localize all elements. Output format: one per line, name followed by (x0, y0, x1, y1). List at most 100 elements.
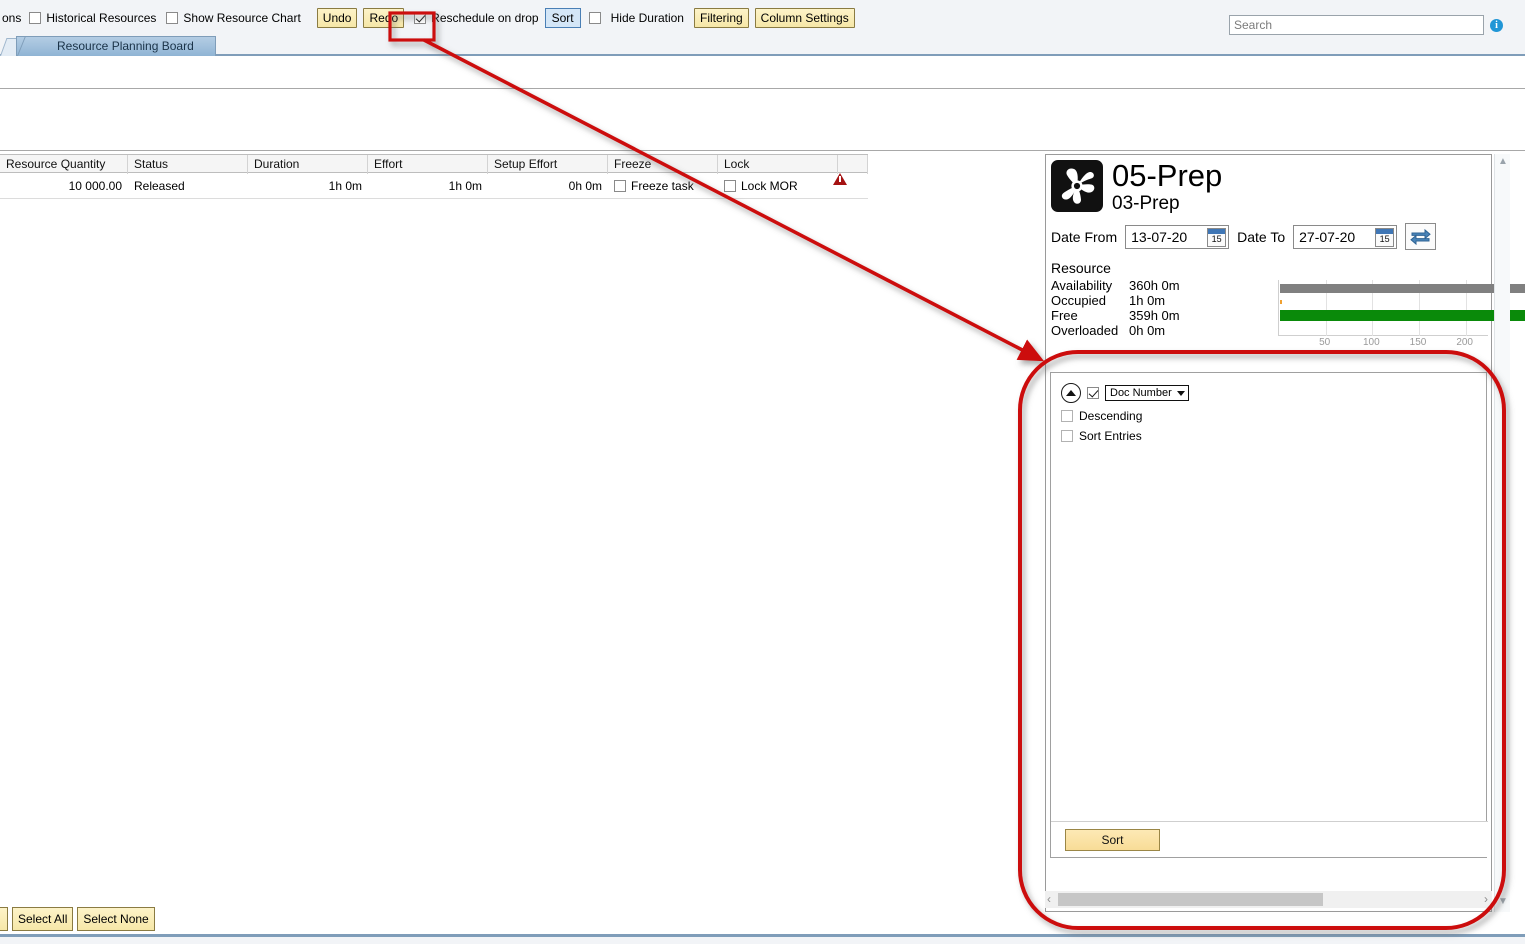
tab-strip: Resource Planning Board (0, 36, 1525, 56)
stat-free-value: 359h 0m (1129, 308, 1209, 323)
date-from-label: Date From (1051, 229, 1117, 245)
filtering-button[interactable]: Filtering (694, 8, 749, 28)
sort-field-row: Doc Number (1051, 373, 1486, 403)
chart-bar-free (1280, 310, 1525, 321)
cell-setup-effort: 0h 0m (488, 173, 608, 199)
stat-occupied-label: Occupied (1051, 293, 1129, 308)
select-all-button[interactable]: Select All (12, 907, 73, 931)
stat-availability-label: Availability (1051, 278, 1129, 293)
lock-mor-checkbox[interactable] (724, 180, 736, 192)
cell-lock[interactable]: Lock MOR (718, 173, 838, 199)
sort-field-select[interactable]: Doc Number (1105, 385, 1189, 401)
select-none-button[interactable]: Select None (77, 907, 154, 931)
horizontal-scroll-thumb[interactable] (1058, 893, 1323, 906)
show-resource-chart-checkbox-group[interactable]: Show Resource Chart (166, 11, 300, 25)
hide-duration-label[interactable]: Hide Duration (611, 11, 684, 25)
sort-button[interactable]: Sort (545, 8, 581, 28)
scroll-up-icon[interactable]: ▲ (1498, 156, 1508, 167)
reschedule-on-drop-label: Reschedule on drop (431, 11, 538, 25)
chart-x-axis-ticks: 50100150200 (1278, 337, 1488, 351)
stat-availability-value: 360h 0m (1129, 278, 1209, 293)
toolbar-truncated-label: ons (0, 11, 23, 25)
scroll-right-icon[interactable]: › (1484, 892, 1488, 906)
search-input[interactable] (1229, 15, 1484, 35)
cell-duration: 1h 0m (248, 173, 368, 199)
swap-dates-button[interactable] (1405, 223, 1436, 250)
top-toolbar: ons Historical Resources Show Resource C… (0, 0, 1525, 36)
task-table: Resource Quantity Status Duration Effort… (0, 154, 868, 199)
tab-resource-planning-board-label: Resource Planning Board (57, 39, 194, 53)
chevron-up-icon[interactable] (1061, 383, 1081, 403)
table-row[interactable]: 10 000.00 Released 1h 0m 1h 0m 0h 0m Fre… (0, 173, 868, 199)
app-window: ons Historical Resources Show Resource C… (0, 0, 1525, 944)
scroll-down-icon[interactable]: ▼ (1498, 896, 1508, 907)
panel-vertical-scrollbar[interactable]: ▲ ▼ (1494, 154, 1510, 912)
column-header-status[interactable]: Status (128, 155, 248, 174)
sort-action-bar: Sort (1051, 821, 1488, 857)
chart-plot-area (1278, 280, 1488, 336)
chart-tick-label: 200 (1456, 337, 1473, 348)
column-header-resource-quantity[interactable]: Resource Quantity (0, 155, 128, 174)
show-resource-chart-checkbox[interactable] (166, 12, 178, 24)
fan-resource-icon (1051, 160, 1103, 212)
reschedule-on-drop-checkbox-group[interactable]: Reschedule on drop (414, 11, 538, 25)
apply-sort-button[interactable]: Sort (1065, 829, 1160, 851)
resource-section-label: Resource (1051, 260, 1491, 276)
historical-resources-checkbox[interactable] (29, 12, 41, 24)
descending-checkbox[interactable] (1061, 410, 1073, 422)
calendar-icon-from[interactable]: 15 (1207, 228, 1226, 247)
info-icon[interactable]: i (1490, 19, 1503, 32)
content-divider-top (0, 88, 1525, 89)
stat-free-label: Free (1051, 308, 1129, 323)
date-range-row: Date From 13-07-20 15 Date To 27-07-20 1… (1051, 223, 1491, 250)
tab-resource-planning-board[interactable]: Resource Planning Board (16, 36, 216, 56)
scroll-left-icon[interactable]: ‹ (1047, 892, 1051, 906)
sort-entries-option[interactable]: Sort Entries (1051, 423, 1486, 443)
resource-header: 05-Prep 03-Prep (1046, 155, 1491, 215)
column-header-freeze[interactable]: Freeze (608, 155, 718, 174)
freeze-task-checkbox[interactable] (614, 180, 626, 192)
column-header-blank[interactable] (838, 155, 868, 174)
search-area: i (1229, 15, 1503, 35)
cell-freeze[interactable]: Freeze task (608, 173, 718, 199)
freeze-task-label: Freeze task (631, 173, 694, 199)
reschedule-on-drop-checkbox[interactable] (414, 12, 426, 24)
warning-triangle-icon (833, 173, 847, 185)
date-from-value: 13-07-20 (1131, 229, 1187, 245)
column-header-duration[interactable]: Duration (248, 155, 368, 174)
column-settings-button[interactable]: Column Settings (755, 8, 855, 28)
date-from-field[interactable]: 13-07-20 15 (1125, 225, 1229, 249)
descending-option[interactable]: Descending (1051, 403, 1486, 423)
column-header-setup-effort[interactable]: Setup Effort (488, 155, 608, 174)
historical-resources-label: Historical Resources (46, 11, 156, 25)
date-to-field[interactable]: 27-07-20 15 (1293, 225, 1397, 249)
panel-horizontal-scrollbar[interactable]: ‹ › (1045, 891, 1492, 908)
show-resource-chart-label: Show Resource Chart (183, 11, 300, 25)
table-header-row: Resource Quantity Status Duration Effort… (0, 154, 868, 173)
cell-resource-quantity: 10 000.00 (0, 173, 128, 199)
calendar-icon-to[interactable]: 15 (1375, 228, 1394, 247)
sort-entries-checkbox[interactable] (1061, 430, 1073, 442)
stat-overloaded-value: 0h 0m (1129, 323, 1209, 338)
stat-occupied-value: 1h 0m (1129, 293, 1209, 308)
resource-utilization-chart: 50100150200 (1278, 280, 1488, 352)
date-to-value: 27-07-20 (1299, 229, 1355, 245)
chart-bar-occupied (1280, 300, 1282, 304)
date-to-label: Date To (1237, 229, 1285, 245)
chart-bar-availability (1280, 284, 1525, 293)
historical-resources-checkbox-group[interactable]: Historical Resources (29, 11, 156, 25)
column-header-lock[interactable]: Lock (718, 155, 838, 174)
sort-settings-panel: Doc Number Descending Sort Entries Sort (1050, 372, 1487, 858)
chart-tick-label: 150 (1410, 337, 1427, 348)
cell-status: Released (128, 173, 248, 199)
column-header-effort[interactable]: Effort (368, 155, 488, 174)
sort-extra-checkbox[interactable] (589, 12, 601, 24)
sort-field-enabled-checkbox[interactable] (1087, 387, 1099, 399)
stat-overloaded-label: Overloaded (1051, 323, 1129, 338)
bottom-button-truncated[interactable] (0, 907, 8, 931)
undo-button[interactable]: Undo (317, 8, 358, 28)
cell-effort: 1h 0m (368, 173, 488, 199)
calendar-icon-from-day: 15 (1208, 234, 1225, 245)
redo-button[interactable]: Redo (363, 8, 404, 28)
chart-tick-label: 100 (1363, 337, 1380, 348)
